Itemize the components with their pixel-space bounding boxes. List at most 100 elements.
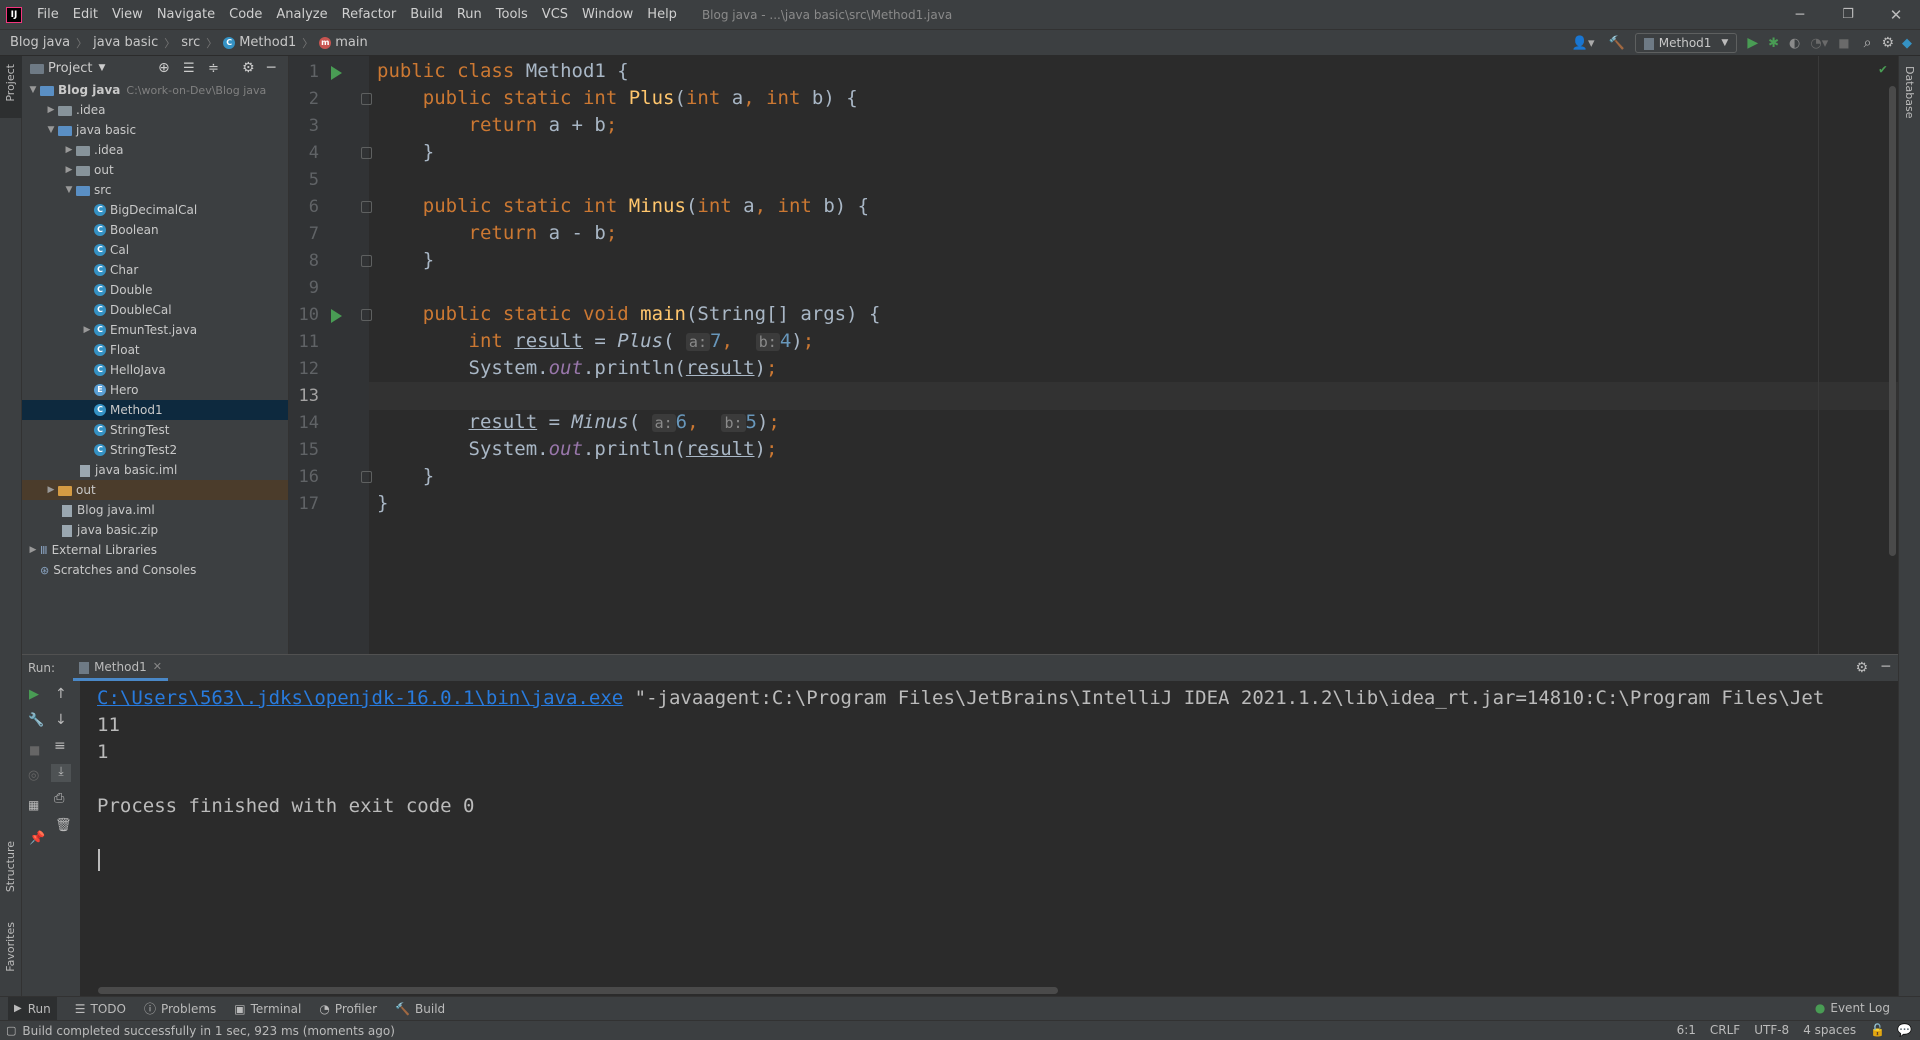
favorites-tool-tab[interactable]: Favorites <box>4 922 17 972</box>
tree-item[interactable]: E Hero <box>22 380 288 400</box>
tree-item[interactable]: C Char <box>22 260 288 280</box>
breadcrumb-project[interactable]: Blog java <box>10 35 70 50</box>
user-icon[interactable]: 👤▾ <box>1572 36 1595 51</box>
console-output[interactable]: C:\Users\563\.jdks\openjdk-16.0.1\bin\ja… <box>80 681 1898 996</box>
fold-icon[interactable] <box>361 255 372 267</box>
fold-icon[interactable] <box>361 147 372 159</box>
chevron-right-icon[interactable]: ▶ <box>44 105 58 115</box>
layout-icon[interactable]: ▦ <box>28 798 39 812</box>
tree-item[interactable]: ⊛ Scratches and Consoles <box>22 560 288 580</box>
run-gutter-icon[interactable] <box>331 309 342 323</box>
expand-all-icon[interactable]: ☰ <box>183 61 195 76</box>
console-horizontal-scrollbar[interactable] <box>98 987 1058 994</box>
collapse-all-icon[interactable]: ≑ <box>208 61 219 76</box>
tree-item[interactable]: java basic.zip <box>22 520 288 540</box>
menu-window[interactable]: Window <box>575 7 640 22</box>
hide-panel-icon[interactable]: ─ <box>267 60 275 76</box>
tree-item[interactable]: C BigDecimalCal <box>22 200 288 220</box>
tree-item[interactable]: C Cal <box>22 240 288 260</box>
editor-scrollbar[interactable] <box>1889 86 1896 556</box>
menu-file[interactable]: File <box>30 7 66 22</box>
tree-item[interactable]: C Boolean <box>22 220 288 240</box>
down-arrow-icon[interactable]: ↓ <box>55 712 67 728</box>
scroll-to-end-icon[interactable]: ⤓ <box>51 764 71 782</box>
menu-help[interactable]: Help <box>640 7 684 22</box>
jetbrains-toolbox-icon[interactable]: ◆ <box>1902 36 1912 51</box>
tool-tab-profiler[interactable]: ◔ Profiler <box>319 1002 377 1016</box>
project-view-select[interactable]: Project <box>48 61 92 76</box>
run-icon[interactable]: ▶ <box>1747 35 1758 51</box>
chevron-right-icon[interactable]: ▶ <box>26 545 40 555</box>
notifications-icon[interactable]: 💬 <box>1897 1023 1912 1037</box>
tree-item[interactable]: C HelloJava <box>22 360 288 380</box>
code-editor[interactable]: 1 2 3 4 5 6 7 8 9 10 11 12 13 14 15 16 1… <box>289 56 1898 654</box>
fold-icon[interactable] <box>361 471 372 483</box>
menu-tools[interactable]: Tools <box>489 7 535 22</box>
profile-icon[interactable]: ◔▾ <box>1810 36 1828 51</box>
chevron-right-icon[interactable]: ▶ <box>62 145 76 155</box>
tree-item[interactable]: Blog java.iml <box>22 500 288 520</box>
chevron-down-icon[interactable]: ▼ <box>44 125 58 135</box>
locate-icon[interactable]: ⊕ <box>158 60 170 76</box>
coverage-icon[interactable]: ◐ <box>1789 36 1800 51</box>
tree-item[interactable]: ▶ Ⅲ External Libraries <box>22 540 288 560</box>
hide-panel-icon[interactable]: ─ <box>1882 659 1890 675</box>
chevron-right-icon[interactable]: ▶ <box>62 165 76 175</box>
menu-vcs[interactable]: VCS <box>535 7 575 22</box>
chevron-right-icon[interactable]: ▶ <box>80 325 94 335</box>
rerun-icon[interactable]: ▶ <box>29 687 39 702</box>
tree-item[interactable]: ▶ out <box>22 160 288 180</box>
tree-item[interactable]: ▶ C EmunTest.java <box>22 320 288 340</box>
tool-tab-run[interactable]: ▶ Run <box>8 997 57 1020</box>
project-tool-tab[interactable]: Project <box>0 56 22 118</box>
close-icon[interactable]: ✕ <box>1872 6 1920 24</box>
tree-item[interactable]: C StringTest <box>22 420 288 440</box>
fold-icon[interactable] <box>361 309 372 321</box>
stop-icon[interactable]: ■ <box>29 743 40 757</box>
tree-item[interactable]: C StringTest2 <box>22 440 288 460</box>
tree-item[interactable]: C DoubleCal <box>22 300 288 320</box>
event-log-tab[interactable]: ● Event Log <box>1815 1001 1890 1015</box>
breadcrumb-module[interactable]: java basic <box>93 35 158 50</box>
run-config-select[interactable]: Method1 ▼ <box>1634 33 1738 53</box>
breadcrumb-method[interactable]: main <box>335 35 367 50</box>
tree-item[interactable]: ▶ out <box>22 480 288 500</box>
up-arrow-icon[interactable]: ↑ <box>55 686 67 702</box>
print-icon[interactable]: ⎙ <box>54 791 64 806</box>
file-encoding[interactable]: UTF-8 <box>1754 1023 1789 1037</box>
status-toggle-icon[interactable]: ▢ <box>6 1024 16 1037</box>
tree-item[interactable]: ▼ src <box>22 180 288 200</box>
stop-icon[interactable]: ■ <box>1838 36 1849 50</box>
trash-icon[interactable]: 🗑 <box>55 818 72 833</box>
tree-item[interactable]: C Double <box>22 280 288 300</box>
tree-item[interactable]: ▶ .idea <box>22 140 288 160</box>
tool-tab-build[interactable]: 🔨 Build <box>395 1002 445 1016</box>
structure-tool-tab[interactable]: Structure <box>4 841 17 892</box>
wrench-icon[interactable]: 🔧 <box>28 713 44 728</box>
tool-tab-terminal[interactable]: ▣ Terminal <box>234 1002 301 1016</box>
no-problems-icon[interactable]: ✔ <box>1879 62 1887 77</box>
chevron-down-icon[interactable]: ▼ <box>26 85 40 95</box>
tree-item[interactable]: ▶ .idea <box>22 100 288 120</box>
menu-build[interactable]: Build <box>403 7 450 22</box>
menu-analyze[interactable]: Analyze <box>269 7 334 22</box>
breadcrumb-class[interactable]: Method1 <box>239 35 296 50</box>
tool-tab-problems[interactable]: ⓘ Problems <box>144 1000 216 1017</box>
settings-icon[interactable]: ⚙ <box>1881 35 1894 51</box>
tree-item[interactable]: C Float <box>22 340 288 360</box>
run-tab-method1[interactable]: Method1 ✕ <box>73 655 168 681</box>
minimize-icon[interactable]: ─ <box>1776 7 1824 23</box>
line-separator[interactable]: CRLF <box>1710 1023 1740 1037</box>
tool-tab-todo[interactable]: ☰ TODO <box>75 1002 126 1016</box>
fold-icon[interactable] <box>361 201 372 213</box>
soft-wrap-icon[interactable]: ≡ <box>54 738 66 754</box>
menu-edit[interactable]: Edit <box>66 7 105 22</box>
fold-icon[interactable] <box>361 93 372 105</box>
menu-run[interactable]: Run <box>450 7 489 22</box>
menu-navigate[interactable]: Navigate <box>150 7 222 22</box>
chevron-down-icon[interactable]: ▼ <box>98 63 105 73</box>
chevron-down-icon[interactable]: ▼ <box>62 185 76 195</box>
breadcrumb-src[interactable]: src <box>181 35 200 50</box>
restore-icon[interactable]: ❐ <box>1824 7 1872 22</box>
gear-icon[interactable]: ⚙ <box>1855 660 1868 676</box>
